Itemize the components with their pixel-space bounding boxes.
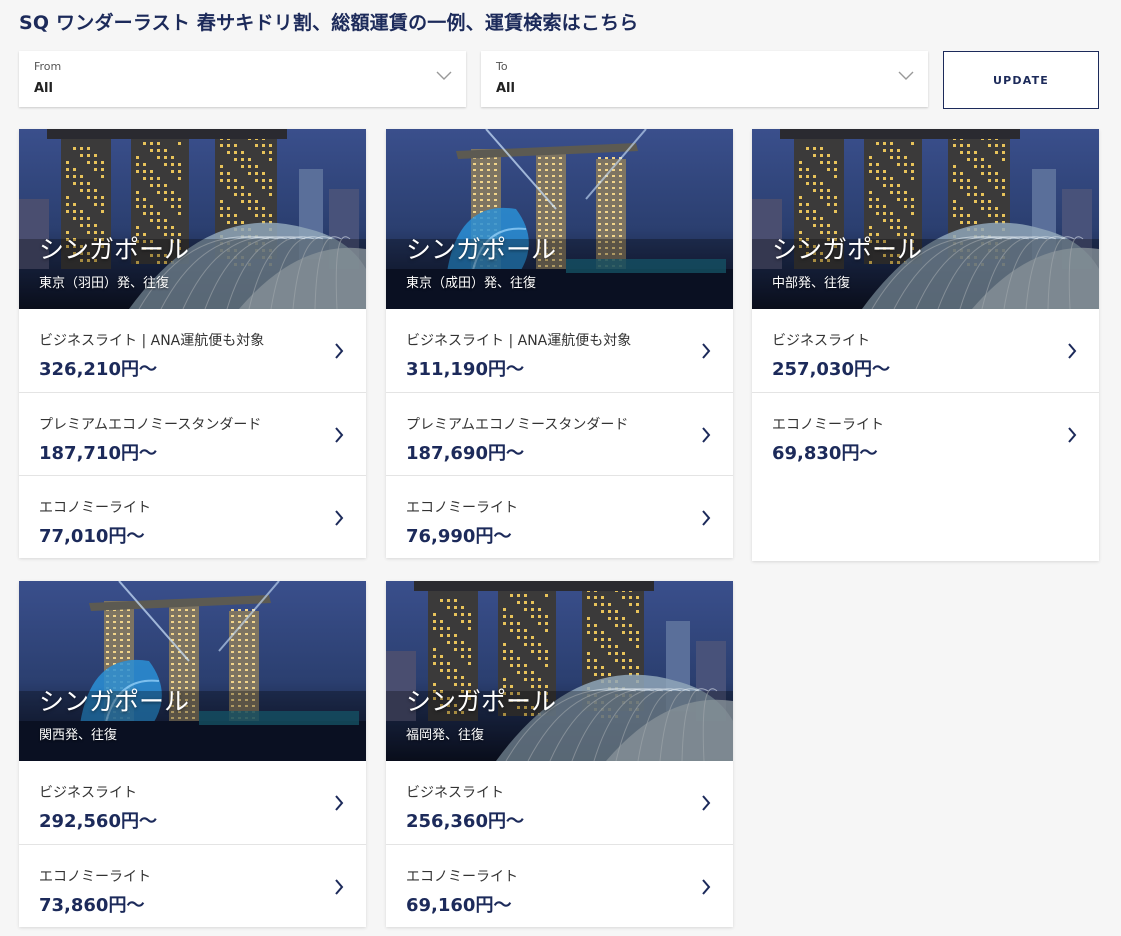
chevron-right-icon [702, 879, 711, 895]
card-hero: シンガポール福岡発、往復 [386, 581, 733, 761]
fare-price: 311,190円〜 [406, 359, 524, 380]
destination-card: シンガポール福岡発、往復ビジネスライト 256,360円〜エコノミーライト 69,1… [386, 581, 733, 927]
fare-row[interactable]: エコノミーライト 69,160円〜 [386, 844, 733, 927]
to-select[interactable]: To All [481, 51, 928, 107]
fare-price: 187,710円〜 [39, 443, 157, 464]
fare-price: 69,160円〜 [406, 895, 512, 916]
origin-label: 福岡発、往復 [406, 728, 485, 743]
fare-class: ビジネスライト | ANA運航便も対象 [39, 333, 265, 349]
chevron-right-icon [702, 795, 711, 811]
to-value: All [496, 81, 515, 96]
page-title: SQ ワンダーラスト 春サキドリ割、総額運賃の一例、運賃検索はこちら [19, 12, 639, 34]
from-select[interactable]: From All [19, 51, 466, 107]
chevron-right-icon [335, 510, 344, 526]
fare-class: ビジネスライト [39, 785, 137, 801]
fare-row[interactable]: プレミアムエコノミースタンダード 187,710円〜 [19, 392, 366, 475]
chevron-down-icon [898, 71, 914, 80]
fare-row[interactable]: エコノミーライト 73,860円〜 [19, 844, 366, 927]
origin-label: 関西発、往復 [39, 728, 118, 743]
fare-class: ビジネスライト [406, 785, 504, 801]
card-hero: シンガポール関西発、往復 [19, 581, 366, 761]
fare-price: 73,860円〜 [39, 895, 145, 916]
fare-class: プレミアムエコノミースタンダード [39, 417, 262, 433]
fare-class: エコノミーライト [39, 500, 151, 516]
to-label: To [496, 60, 508, 73]
from-label: From [34, 60, 62, 73]
card-hero: シンガポール中部発、往復 [752, 129, 1099, 309]
card-hero: シンガポール東京（成田）発、往復 [386, 129, 733, 309]
update-button[interactable]: UPDATE [943, 51, 1099, 109]
fare-price: 292,560円〜 [39, 811, 157, 832]
fare-price: 69,830円〜 [772, 443, 878, 464]
fare-row[interactable]: プレミアムエコノミースタンダード 187,690円〜 [386, 392, 733, 475]
chevron-right-icon [702, 427, 711, 443]
origin-label: 中部発、往復 [772, 276, 851, 291]
chevron-right-icon [702, 510, 711, 526]
chevron-down-icon [436, 71, 452, 80]
destination-name: シンガポール [39, 235, 190, 264]
chevron-right-icon [1068, 343, 1077, 359]
origin-label: 東京（成田）発、往復 [406, 276, 537, 291]
destination-card: シンガポール東京（成田）発、往復ビジネスライト | ANA運航便も対象 311,1… [386, 129, 733, 558]
destination-name: シンガポール [39, 687, 190, 716]
fare-price: 256,360円〜 [406, 811, 524, 832]
fare-class: エコノミーライト [406, 869, 518, 885]
chevron-right-icon [335, 427, 344, 443]
fare-class: エコノミーライト [406, 500, 518, 516]
destination-card: シンガポール関西発、往復ビジネスライト 292,560円〜エコノミーライト 73,8… [19, 581, 366, 927]
fare-price: 76,990円〜 [406, 526, 512, 547]
chevron-right-icon [335, 879, 344, 895]
destination-card: シンガポール東京（羽田）発、往復ビジネスライト | ANA運航便も対象 326,2… [19, 129, 366, 558]
chevron-right-icon [1068, 427, 1077, 443]
destination-name: シンガポール [406, 687, 557, 716]
fare-price: 77,010円〜 [39, 526, 145, 547]
fare-row[interactable]: エコノミーライト 77,010円〜 [19, 475, 366, 558]
fare-price: 187,690円〜 [406, 443, 524, 464]
fare-class: エコノミーライト [39, 869, 151, 885]
fare-class: ビジネスライト [772, 333, 870, 349]
fare-row[interactable]: ビジネスライト 292,560円〜 [19, 761, 366, 844]
fare-row[interactable]: ビジネスライト | ANA運航便も対象 311,190円〜 [386, 309, 733, 392]
destination-card: シンガポール中部発、往復ビジネスライト 257,030円〜エコノミーライト 69,8… [752, 129, 1099, 561]
chevron-right-icon [335, 343, 344, 359]
fare-row[interactable]: エコノミーライト 76,990円〜 [386, 475, 733, 558]
fare-row[interactable]: ビジネスライト | ANA運航便も対象 326,210円〜 [19, 309, 366, 392]
chevron-right-icon [335, 795, 344, 811]
card-hero: シンガポール東京（羽田）発、往復 [19, 129, 366, 309]
destination-name: シンガポール [406, 235, 557, 264]
destination-name: シンガポール [772, 235, 923, 264]
fare-row[interactable]: ビジネスライト 257,030円〜 [752, 309, 1099, 392]
from-value: All [34, 81, 53, 96]
fare-class: プレミアムエコノミースタンダード [406, 417, 629, 433]
fare-price: 326,210円〜 [39, 359, 157, 380]
fare-class: ビジネスライト | ANA運航便も対象 [406, 333, 632, 349]
fare-class: エコノミーライト [772, 417, 884, 433]
fare-row[interactable]: エコノミーライト 69,830円〜 [752, 392, 1099, 475]
chevron-right-icon [702, 343, 711, 359]
fare-price: 257,030円〜 [772, 359, 890, 380]
origin-label: 東京（羽田）発、往復 [39, 276, 170, 291]
fare-row[interactable]: ビジネスライト 256,360円〜 [386, 761, 733, 844]
